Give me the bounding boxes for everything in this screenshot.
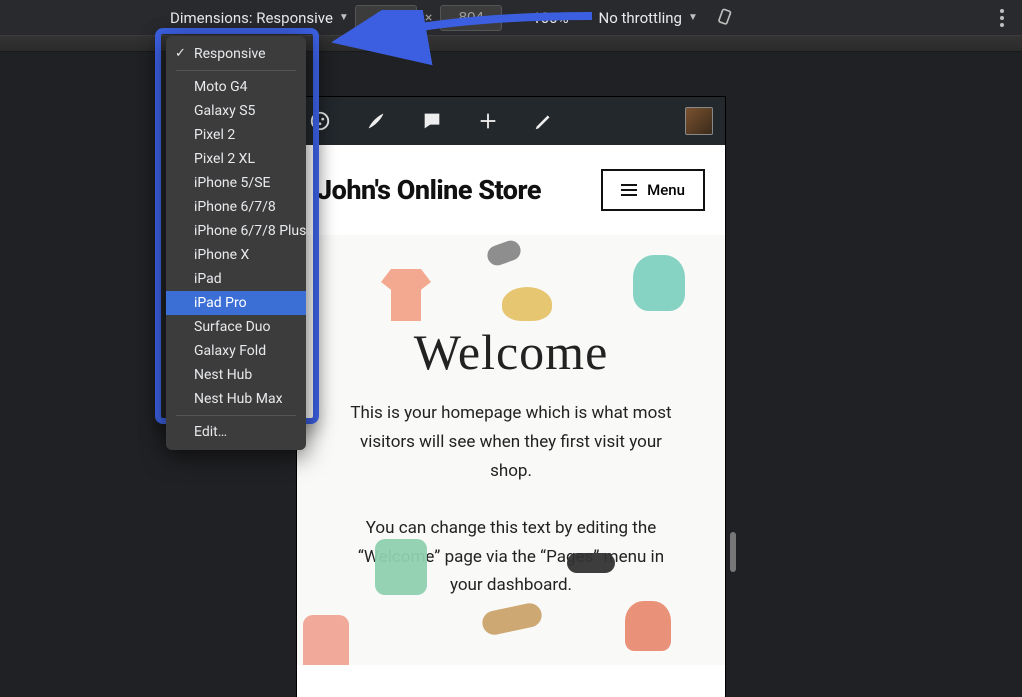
brush-icon[interactable] <box>365 110 387 132</box>
device-option-label: iPad <box>194 271 222 287</box>
device-option-label: Pixel 2 <box>194 127 235 143</box>
devtools-toolbar: Dimensions: Responsive ▼ × 100% ▼ No thr… <box>0 0 1022 36</box>
device-stage: John's Online Store Menu Welcome This is… <box>0 52 1022 684</box>
device-option[interactable]: iPhone 6/7/8 Plus <box>166 219 306 243</box>
device-option-label: Nest Hub <box>194 367 252 383</box>
shirt-icon <box>633 255 685 311</box>
device-option[interactable]: iPad <box>166 267 306 291</box>
device-option[interactable]: Nest Hub Max <box>166 387 306 411</box>
device-option-ipad-pro[interactable]: iPad Pro <box>166 291 306 315</box>
zoom-label: 100% <box>532 9 568 27</box>
cap-icon <box>502 287 552 321</box>
device-dropdown: Responsive Moto G4 Galaxy S5 Pixel 2 Pix… <box>166 36 306 450</box>
rotate-icon[interactable] <box>716 8 736 28</box>
device-option-label: iPhone 6/7/8 <box>194 199 276 215</box>
ruler-strip <box>0 36 1022 52</box>
zoom-dropdown[interactable]: 100% ▼ <box>532 9 584 27</box>
hoodie-icon <box>625 601 671 651</box>
device-option[interactable]: iPhone X <box>166 243 306 267</box>
device-option[interactable]: iPhone 6/7/8 <box>166 195 306 219</box>
device-option-label: iPhone X <box>194 247 249 263</box>
pencil-icon[interactable] <box>533 110 555 132</box>
menu-divider <box>176 415 296 416</box>
jacket-icon <box>375 539 427 595</box>
dashboard-icon[interactable] <box>309 110 331 132</box>
device-option-label: Pixel 2 XL <box>194 151 255 167</box>
chevron-down-icon: ▼ <box>688 12 698 23</box>
sunglasses-icon <box>567 553 615 573</box>
site-title: John's Online Store <box>317 174 541 206</box>
dimensions-label: Dimensions: Responsive <box>170 9 333 27</box>
device-option[interactable]: Pixel 2 <box>166 123 306 147</box>
menu-button[interactable]: Menu <box>601 169 705 211</box>
device-option[interactable]: Pixel 2 XL <box>166 147 306 171</box>
menu-button-label: Menu <box>647 181 685 199</box>
device-option[interactable]: Galaxy Fold <box>166 339 306 363</box>
more-options-icon[interactable] <box>1000 6 1004 30</box>
menu-divider <box>176 70 296 71</box>
site-header: John's Online Store Menu <box>297 145 725 235</box>
device-option-label: Responsive <box>194 46 266 62</box>
comment-icon[interactable] <box>421 110 443 132</box>
wp-admin-bar <box>297 97 725 145</box>
height-input[interactable] <box>440 5 502 31</box>
dimensions-dropdown[interactable]: Dimensions: Responsive ▼ <box>170 9 349 27</box>
device-frame: John's Online Store Menu Welcome This is… <box>297 97 725 697</box>
device-option-label: Moto G4 <box>194 79 248 95</box>
hamburger-icon <box>621 184 637 196</box>
device-option[interactable]: Moto G4 <box>166 75 306 99</box>
times-separator: × <box>425 10 432 26</box>
plus-icon[interactable] <box>477 110 499 132</box>
tshirt-icon <box>381 269 431 321</box>
device-option-edit[interactable]: Edit… <box>166 420 306 444</box>
belt-icon <box>480 601 544 637</box>
device-option-label: Edit… <box>194 424 227 440</box>
device-option-label: Nest Hub Max <box>194 391 283 407</box>
throttling-label: No throttling <box>599 9 682 27</box>
device-option[interactable]: iPhone 5/SE <box>166 171 306 195</box>
device-option-label: iPhone 5/SE <box>194 175 270 191</box>
device-option-label: Galaxy Fold <box>194 343 266 359</box>
device-option-responsive[interactable]: Responsive <box>166 42 306 66</box>
device-option-label: Surface Duo <box>194 319 270 335</box>
sunglasses-icon <box>485 238 524 268</box>
pants-icon <box>303 615 349 665</box>
device-option[interactable]: Nest Hub <box>166 363 306 387</box>
chevron-down-icon: ▼ <box>339 12 349 23</box>
device-option-label: iPhone 6/7/8 Plus <box>194 223 306 239</box>
avatar[interactable] <box>685 107 713 135</box>
scrollbar-handle[interactable] <box>730 532 736 572</box>
chevron-down-icon: ▼ <box>575 12 585 23</box>
device-option-label: Galaxy S5 <box>194 103 255 119</box>
hero-paragraph: This is your homepage which is what most… <box>341 399 681 486</box>
hero-heading: Welcome <box>333 323 689 381</box>
device-option-label: iPad Pro <box>194 295 247 311</box>
hero-section: Welcome This is your homepage which is w… <box>297 235 725 665</box>
device-option[interactable]: Galaxy S5 <box>166 99 306 123</box>
device-option[interactable]: Surface Duo <box>166 315 306 339</box>
width-input[interactable] <box>355 5 417 31</box>
throttling-dropdown[interactable]: No throttling ▼ <box>599 9 698 27</box>
